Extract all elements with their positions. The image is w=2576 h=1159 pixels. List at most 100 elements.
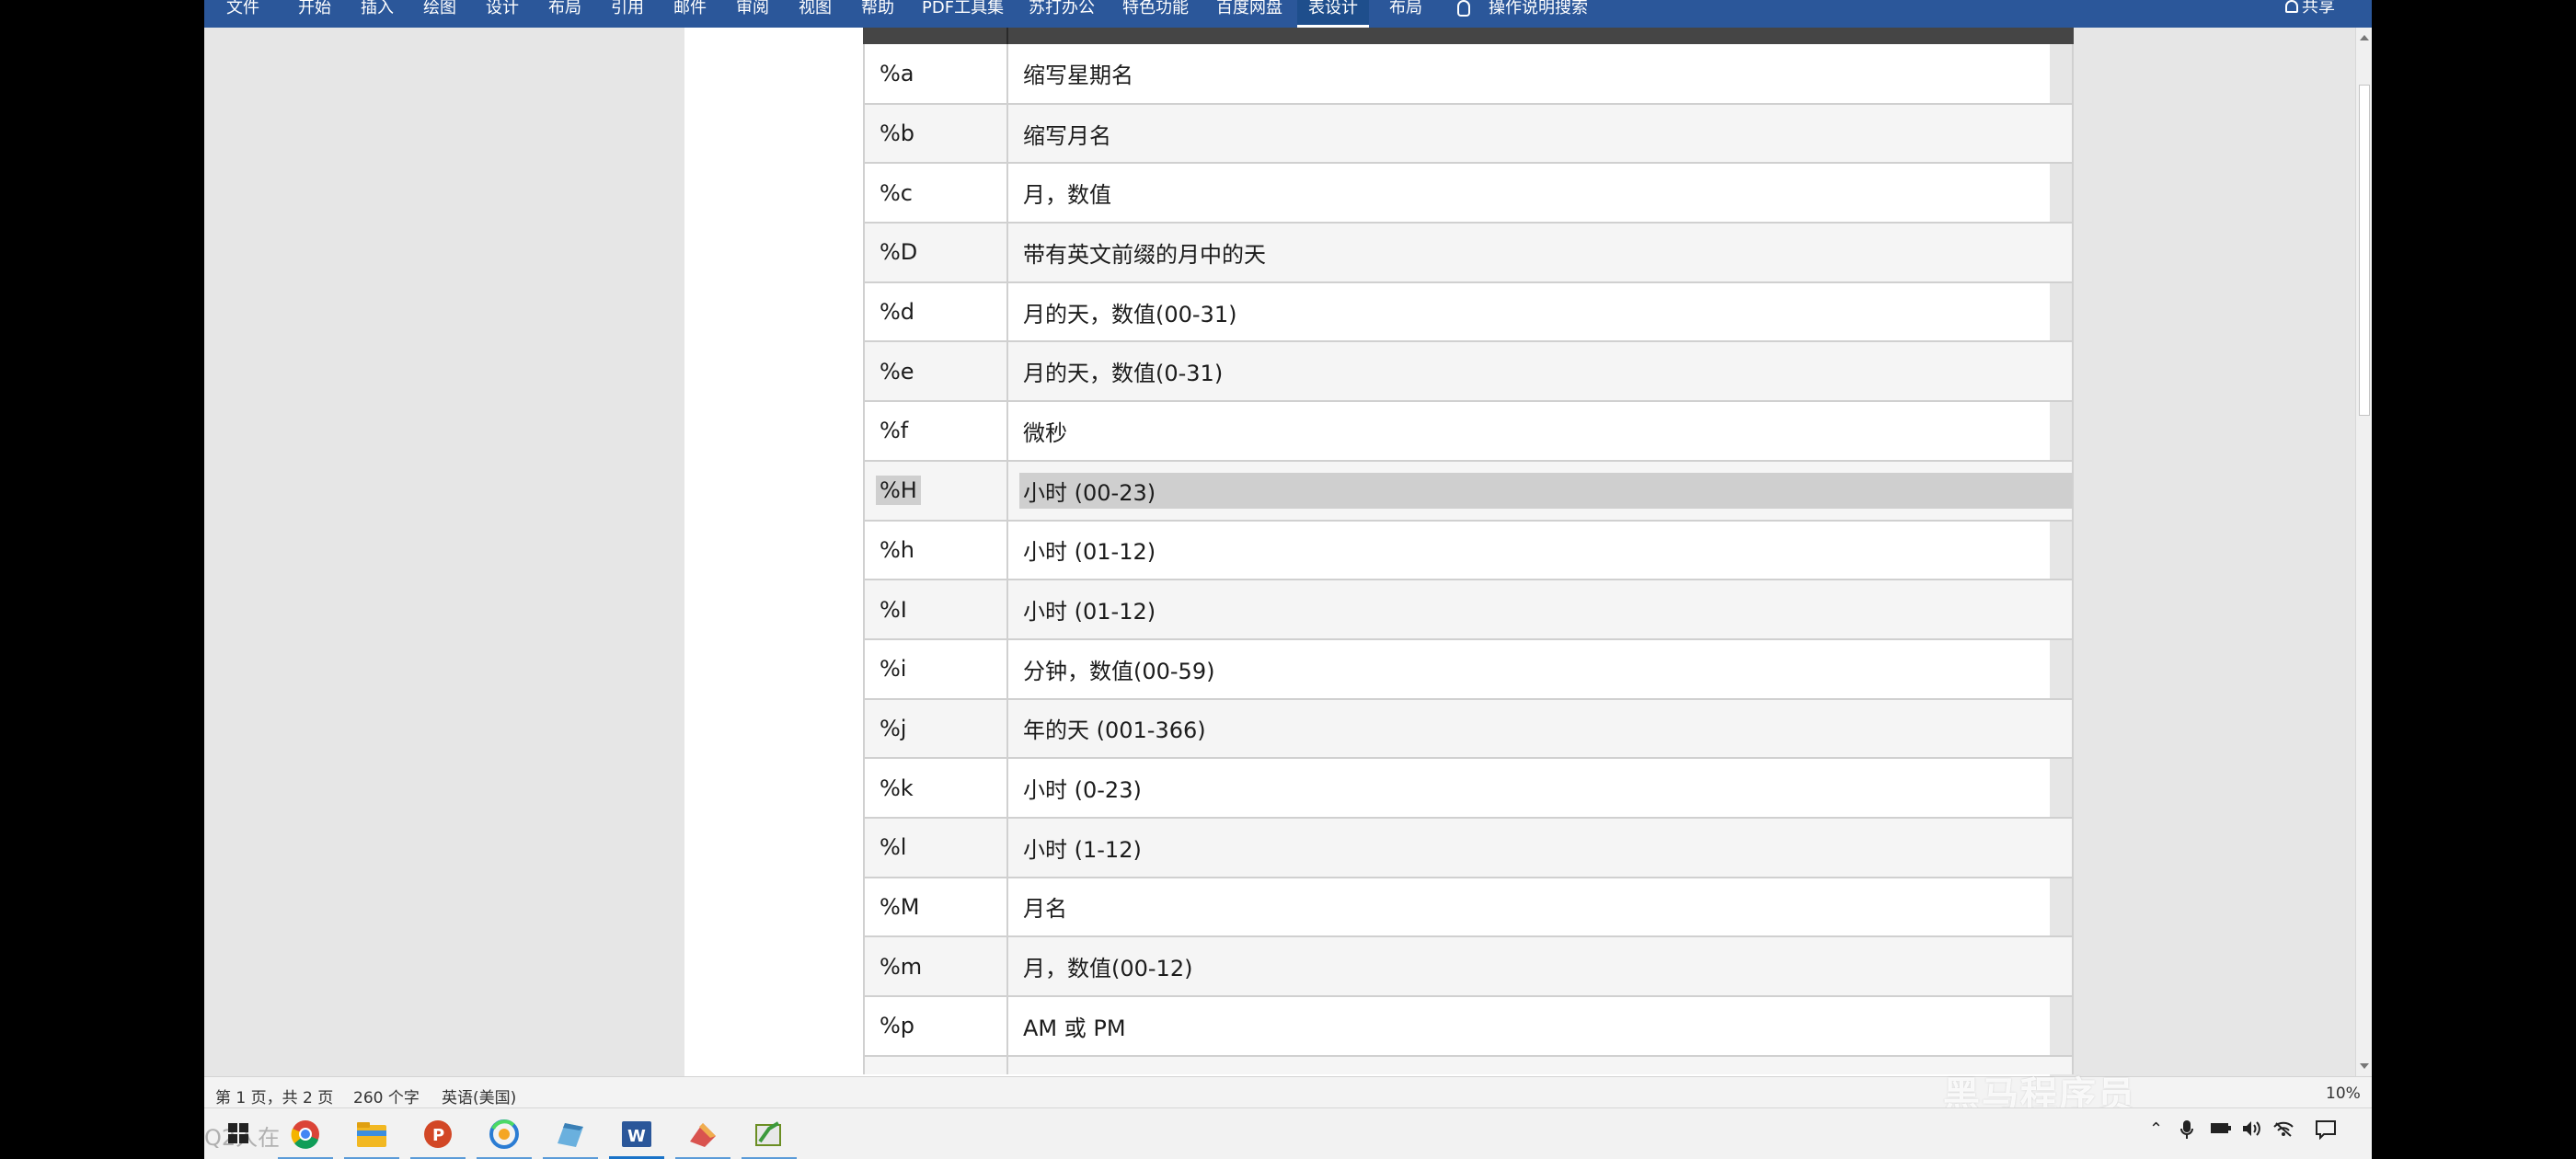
screen: 文件 开始 插入 绘图 设计 布局 引用 邮件 审阅 视图 帮助 PDF工具集 苏打办公 特色功能 百度网盘… — [204, 0, 2372, 1159]
ribbon-tab[interactable]: 特色功能 — [1122, 0, 1189, 28]
format-code-cell[interactable]: %k — [863, 757, 1008, 818]
ribbon-tab[interactable]: 设计 — [486, 0, 519, 28]
format-code-cell[interactable]: %I — [863, 579, 1008, 639]
document-area[interactable]: %a 缩写星期名 %b 缩写月名 %c 月，数值 %D 带有英文前缀的月中的天 %d 月的天，数值… — [204, 28, 2355, 1076]
ribbon-tab[interactable]: 布局 — [548, 0, 581, 28]
ribbon-tab[interactable]: 文件 — [226, 0, 259, 28]
format-description-cell[interactable]: 小时 (01-12) — [1006, 519, 2074, 580]
format-code-cell[interactable]: %M — [863, 876, 1008, 937]
ribbon-tab[interactable]: 帮助 — [861, 0, 894, 28]
format-code-cell[interactable]: %i — [863, 637, 1008, 699]
table-row[interactable]: %H 小时 (00-23) — [863, 459, 2074, 521]
table-row[interactable]: %f 微秒 — [863, 400, 2074, 461]
browser-icon[interactable] — [477, 1118, 532, 1159]
format-code-cell[interactable]: %d — [863, 281, 1008, 342]
format-code-cell[interactable]: %D — [863, 222, 1008, 282]
table-row[interactable]: %c 月，数值 — [863, 162, 2074, 224]
battery-icon[interactable] — [2210, 1119, 2232, 1141]
table-row[interactable]: %p AM 或 PM — [863, 995, 2074, 1056]
word-count[interactable]: 260 个字 — [353, 1084, 420, 1107]
table-row[interactable]: %k 小时 (0-23) — [863, 757, 2074, 818]
format-code-cell[interactable]: %l — [863, 816, 1008, 878]
table-row[interactable]: %i 分钟，数值(00-59) — [863, 637, 2074, 699]
table-row[interactable]: %e 月的天，数值(0-31) — [863, 340, 2074, 402]
ribbon-tab[interactable]: PDF工具集 — [922, 0, 1004, 28]
notification-icon[interactable] — [2315, 1119, 2337, 1144]
windows-start-icon[interactable] — [228, 1123, 248, 1143]
table-row[interactable]: %b 缩写月名 — [863, 102, 2074, 164]
format-description-cell[interactable]: 小时 (1-12) — [1006, 816, 2074, 878]
format-specifier-table[interactable]: %a 缩写星期名 %b 缩写月名 %c 月，数值 %D 带有英文前缀的月中的天 %d 月的天，数值… — [863, 44, 2074, 1074]
format-description-cell[interactable]: 月名 — [1006, 876, 2074, 937]
ribbon-tab[interactable]: 引用 — [611, 0, 644, 28]
format-description-cell[interactable]: 微秒 — [1006, 400, 2074, 461]
format-description-cell[interactable]: 带有英文前缀的月中的天 — [1006, 222, 2074, 282]
table-row[interactable]: %I 小时 (01-12) — [863, 579, 2074, 639]
format-code-cell[interactable]: %f — [863, 400, 1008, 461]
format-code-cell[interactable]: %m — [863, 935, 1008, 996]
format-code-cell[interactable]: %j — [863, 697, 1008, 759]
table-row[interactable]: %d 月的天，数值(00-31) — [863, 281, 2074, 342]
format-description-cell[interactable]: 小时 (01-12) — [1006, 579, 2074, 639]
format-code-cell[interactable]: %p — [863, 995, 1008, 1056]
person-icon — [2285, 0, 2298, 13]
language-indicator[interactable]: 英语(美国) — [442, 1084, 516, 1107]
ribbon-tab[interactable]: 插入 — [361, 0, 394, 28]
format-code-cell[interactable]: %h — [863, 519, 1008, 580]
ribbon-tab[interactable]: 苏打办公 — [1029, 0, 1095, 28]
chrome-icon[interactable] — [278, 1118, 333, 1159]
format-description-cell[interactable]: 缩写月名 — [1006, 102, 2074, 164]
format-description-cell[interactable]: 小时 (00-23) — [1006, 459, 2074, 521]
format-description-cell[interactable]: 月，数值 — [1006, 162, 2074, 224]
table-row[interactable]: %a 缩写星期名 — [863, 44, 2074, 104]
format-code-cell[interactable]: %c — [863, 162, 1008, 224]
ribbon-tab[interactable]: 开始 — [298, 0, 331, 28]
ribbon-tab[interactable]: 视图 — [799, 0, 832, 28]
table-row[interactable]: %M 月名 — [863, 876, 2074, 937]
format-code-cell[interactable]: %H — [863, 459, 1008, 521]
format-description-cell[interactable]: 小时 (0-23) — [1006, 757, 2074, 818]
format-description-cell[interactable]: 年的天 (001-366) — [1006, 697, 2074, 759]
notes-app-icon[interactable] — [543, 1118, 598, 1159]
format-description-cell[interactable]: 缩写星期名 — [1006, 44, 2074, 104]
format-code-cell[interactable]: %a — [863, 44, 1008, 104]
page-count[interactable]: 第 1 页，共 2 页 — [215, 1084, 333, 1107]
ribbon-tab[interactable]: 表设计 — [1297, 0, 1369, 28]
format-code-cell[interactable]: %b — [863, 102, 1008, 164]
format-description-cell[interactable]: 月的天，数值(00-31) — [1006, 281, 2074, 342]
tell-me-search[interactable]: 操作说明搜索 — [1457, 0, 1588, 24]
microphone-icon[interactable] — [2180, 1119, 2193, 1144]
share-button[interactable]: 共享 — [2285, 0, 2335, 16]
red-app-icon[interactable] — [675, 1118, 730, 1159]
scroll-thumb[interactable] — [2359, 85, 2370, 416]
chevron-up-icon[interactable]: ⌃ — [2149, 1119, 2163, 1139]
table-row[interactable]: %j 年的天 (001-366) — [863, 697, 2074, 759]
format-description-cell[interactable]: 月，数值(00-12) — [1006, 935, 2074, 996]
table-row[interactable]: %D 带有英文前缀的月中的天 — [863, 222, 2074, 282]
ribbon-tab[interactable]: 绘图 — [423, 0, 456, 28]
scroll-down-arrow-icon[interactable] — [2360, 1063, 2369, 1069]
ribbon-tab[interactable]: 布局 — [1389, 0, 1422, 28]
vertical-scrollbar[interactable] — [2355, 28, 2372, 1076]
network-icon[interactable] — [2272, 1119, 2294, 1142]
ribbon-tab[interactable]: 邮件 — [673, 0, 707, 28]
word-icon[interactable]: W — [609, 1118, 664, 1159]
table-row[interactable]: %h 小时 (01-12) — [863, 519, 2074, 580]
green-app-icon[interactable] — [742, 1118, 797, 1159]
zoom-level[interactable]: 10% — [2326, 1084, 2361, 1103]
svg-text:W: W — [627, 1127, 646, 1146]
format-description-cell[interactable]: AM 或 PM — [1006, 995, 2074, 1056]
file-explorer-icon[interactable] — [344, 1118, 399, 1159]
scroll-up-arrow-icon[interactable] — [2360, 35, 2369, 40]
volume-icon[interactable] — [2241, 1119, 2263, 1142]
format-description-cell — [1006, 1054, 2074, 1074]
table-row[interactable]: %m 月，数值(00-12) — [863, 935, 2074, 996]
format-code-cell[interactable]: %e — [863, 340, 1008, 402]
powerpoint-icon[interactable]: P — [410, 1118, 466, 1159]
table-row[interactable]: %l 小时 (1-12) — [863, 816, 2074, 878]
format-description-cell[interactable]: 分钟，数值(00-59) — [1006, 637, 2074, 699]
taskbar: Q2人在 P W — [204, 1107, 2372, 1159]
ribbon-tab[interactable]: 审阅 — [736, 0, 769, 28]
format-description-cell[interactable]: 月的天，数值(0-31) — [1006, 340, 2074, 402]
ribbon-tab[interactable]: 百度网盘 — [1216, 0, 1282, 28]
